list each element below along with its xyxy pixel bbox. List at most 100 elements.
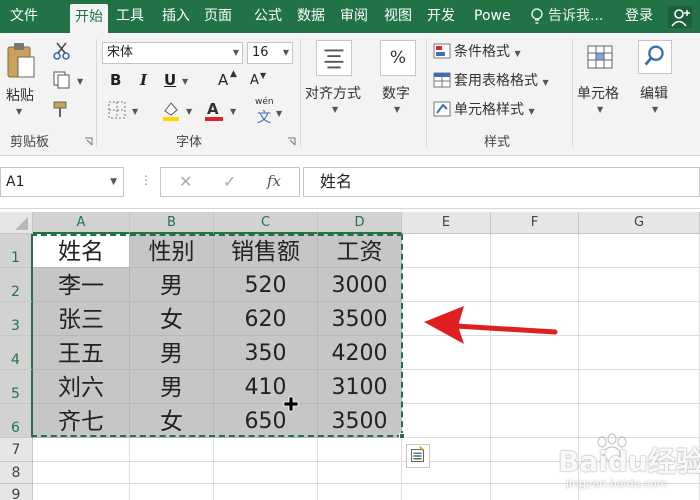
- cells-button[interactable]: 单元格: [577, 83, 619, 103]
- cell-g4[interactable]: [579, 336, 700, 370]
- copy-dropdown-arrow[interactable]: ▼: [77, 77, 83, 86]
- cell-c8[interactable]: [214, 462, 318, 484]
- share-user-icon[interactable]: [668, 6, 692, 28]
- bold-button[interactable]: B: [110, 71, 121, 89]
- number-button[interactable]: 数字: [382, 83, 410, 103]
- cell-g2[interactable]: [579, 268, 700, 302]
- column-header-d[interactable]: D: [318, 212, 402, 234]
- underline-dropdown-arrow[interactable]: ▼: [182, 77, 188, 86]
- column-header-b[interactable]: B: [130, 212, 214, 234]
- cell-g5[interactable]: [579, 370, 700, 404]
- row-header-3[interactable]: 3: [0, 302, 33, 336]
- row-header-6[interactable]: 6: [0, 404, 33, 438]
- editing-dropdown-arrow[interactable]: ▼: [652, 105, 658, 114]
- tab-file[interactable]: 文件: [10, 0, 44, 33]
- font-size-select[interactable]: 16 ▼: [247, 42, 293, 64]
- cell-styles-button[interactable]: 单元格样式 ▼: [433, 99, 535, 121]
- tab-home[interactable]: 开始: [70, 4, 108, 33]
- cell-d9[interactable]: [318, 484, 402, 500]
- tab-developer[interactable]: 开发: [427, 0, 463, 33]
- cell-b9[interactable]: [130, 484, 214, 500]
- cell-f5[interactable]: [491, 370, 579, 404]
- cell-e1[interactable]: [402, 234, 491, 268]
- cell-e5[interactable]: [402, 370, 491, 404]
- row-header-7[interactable]: 7: [0, 438, 33, 462]
- cancel-entry-icon[interactable]: ✕: [179, 172, 192, 191]
- copy-icon[interactable]: [52, 70, 72, 90]
- cell-c7[interactable]: [214, 438, 318, 462]
- column-header-c[interactable]: C: [214, 212, 318, 234]
- alignment-icon[interactable]: [316, 40, 352, 76]
- cells-dropdown-arrow[interactable]: ▼: [597, 105, 603, 114]
- row-header-5[interactable]: 5: [0, 370, 33, 404]
- cell-a7[interactable]: [33, 438, 130, 462]
- fill-handle[interactable]: [399, 433, 405, 439]
- row-header-2[interactable]: 2: [0, 268, 33, 302]
- alignment-button[interactable]: 对齐方式: [305, 83, 361, 103]
- paste-dropdown-arrow[interactable]: ▼: [16, 107, 22, 116]
- italic-button[interactable]: I: [140, 71, 147, 89]
- column-header-f[interactable]: F: [491, 212, 579, 234]
- row-header-4[interactable]: 4: [0, 336, 33, 370]
- select-all-corner[interactable]: [0, 212, 33, 234]
- font-name-select[interactable]: 宋体 ▼: [102, 42, 243, 64]
- insert-function-button[interactable]: fx: [267, 172, 281, 190]
- name-box[interactable]: A1 ▼: [0, 167, 124, 197]
- tab-power[interactable]: Powe: [474, 0, 518, 33]
- borders-dropdown-arrow[interactable]: ▼: [132, 107, 138, 116]
- paste-button[interactable]: 粘贴: [6, 85, 34, 105]
- confirm-entry-icon[interactable]: ✓: [223, 172, 236, 191]
- login-button[interactable]: 登录: [625, 0, 653, 33]
- tell-me-search[interactable]: 告诉我...: [548, 0, 603, 33]
- format-painter-icon[interactable]: [52, 99, 72, 119]
- formula-bar-grip-icon[interactable]: ⋮: [140, 173, 152, 187]
- shrink-font-button[interactable]: A: [250, 73, 259, 88]
- cell-b7[interactable]: [130, 438, 214, 462]
- number-dropdown-arrow[interactable]: ▼: [394, 105, 400, 114]
- cell-f1[interactable]: [491, 234, 579, 268]
- font-launcher-icon[interactable]: [287, 137, 296, 146]
- cell-f2[interactable]: [491, 268, 579, 302]
- quick-analysis-button[interactable]: [406, 444, 430, 468]
- column-header-e[interactable]: E: [402, 212, 491, 234]
- cell-e6[interactable]: [402, 404, 491, 438]
- tab-formulas[interactable]: 公式: [254, 0, 290, 33]
- tab-view[interactable]: 视图: [384, 0, 420, 33]
- row-header-8[interactable]: 8: [0, 462, 33, 484]
- row-header-9[interactable]: 9: [0, 484, 33, 500]
- formula-input[interactable]: 姓名: [303, 167, 700, 197]
- cell-a8[interactable]: [33, 462, 130, 484]
- column-header-g[interactable]: G: [579, 212, 700, 234]
- editing-button[interactable]: 编辑: [640, 83, 668, 103]
- phonetic-guide-button[interactable]: wén: [255, 97, 274, 107]
- cell-c9[interactable]: [214, 484, 318, 500]
- cell-a9[interactable]: [33, 484, 130, 500]
- tab-review[interactable]: 审阅: [340, 0, 376, 33]
- grow-font-button[interactable]: A: [218, 71, 228, 89]
- number-format-icon[interactable]: %: [380, 40, 416, 76]
- column-header-a[interactable]: A: [33, 212, 130, 234]
- cell-g3[interactable]: [579, 302, 700, 336]
- cell-b8[interactable]: [130, 462, 214, 484]
- clipboard-launcher-icon[interactable]: [84, 137, 93, 146]
- alignment-dropdown-arrow[interactable]: ▼: [332, 105, 338, 114]
- cell-d7[interactable]: [318, 438, 402, 462]
- tab-insert[interactable]: 插入: [162, 0, 198, 33]
- font-color-icon[interactable]: A: [204, 99, 224, 121]
- borders-icon[interactable]: [108, 101, 126, 119]
- cell-e2[interactable]: [402, 268, 491, 302]
- format-as-table-button[interactable]: 套用表格格式 ▼: [433, 70, 549, 92]
- font-color-dropdown-arrow[interactable]: ▼: [230, 107, 236, 116]
- cell-g1[interactable]: [579, 234, 700, 268]
- paste-icon[interactable]: [6, 41, 36, 81]
- fill-color-icon[interactable]: [160, 99, 182, 121]
- conditional-format-button[interactable]: 条件格式 ▼: [433, 41, 521, 63]
- cell-e9[interactable]: [402, 484, 491, 500]
- tab-page-layout[interactable]: 页面: [204, 0, 244, 33]
- tab-data[interactable]: 数据: [297, 0, 333, 33]
- row-header-1[interactable]: 1: [0, 234, 33, 268]
- phonetic-dropdown-arrow[interactable]: ▼: [276, 109, 282, 118]
- cell-d8[interactable]: [318, 462, 402, 484]
- cells-icon[interactable]: [585, 42, 615, 72]
- cut-scissors-icon[interactable]: [52, 41, 72, 61]
